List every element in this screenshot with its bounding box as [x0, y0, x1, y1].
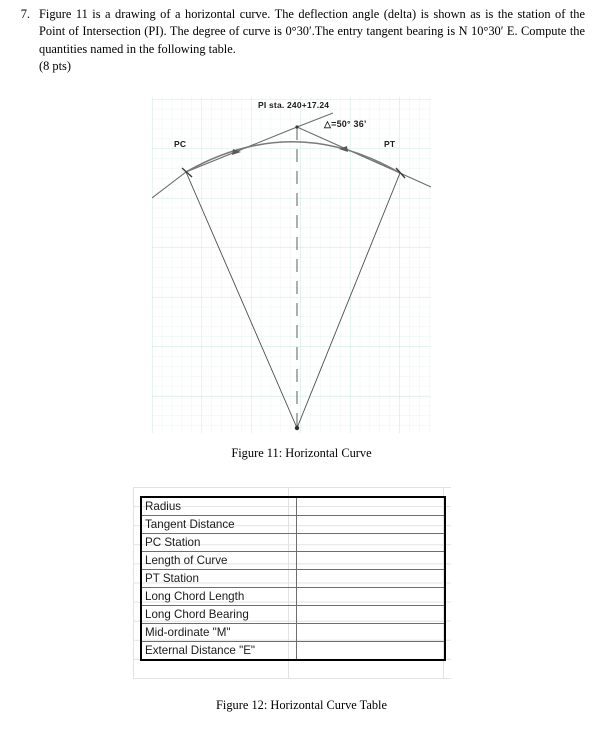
row-label-tangent-distance: Tangent Distance: [141, 515, 297, 534]
figure-11-caption: Figure 11: Horizontal Curve: [231, 446, 372, 460]
delta-angle-label: △=50° 36’: [324, 119, 367, 129]
table-row: Long Chord Length: [141, 587, 445, 606]
row-label-pc-station: PC Station: [141, 533, 297, 552]
table-body: Radius Tangent Distance PC Station Lengt…: [141, 497, 445, 660]
table-row: Radius: [141, 497, 445, 516]
table-row: Tangent Distance: [141, 515, 445, 534]
row-label-long-chord-length: Long Chord Length: [141, 587, 297, 606]
problem-statement: 7. Figure 11 is a drawing of a horizonta…: [0, 6, 603, 76]
row-value-mid-ordinate[interactable]: [296, 623, 445, 642]
row-value-long-chord-bearing[interactable]: [296, 605, 445, 624]
row-value-pc-station[interactable]: [296, 533, 445, 552]
figure-12-caption: Figure 12: Horizontal Curve Table: [216, 698, 387, 712]
radius-line-pc: [185, 171, 298, 429]
table-row: PT Station: [141, 569, 445, 588]
row-value-length-of-curve[interactable]: [296, 551, 445, 570]
row-label-radius: Radius: [141, 497, 297, 516]
figure-12-horizontal-curve-table: Radius Tangent Distance PC Station Lengt…: [133, 487, 451, 679]
table-row: PC Station: [141, 533, 445, 552]
pt-point-marker: [395, 167, 406, 179]
row-value-tangent-distance[interactable]: [296, 515, 445, 534]
problem-line-1: Figure 11 is a drawing of a horizontal c…: [39, 7, 481, 21]
problem-row: 7. Figure 11 is a drawing of a horizonta…: [0, 6, 603, 76]
pi-station-label: PI sta. 240+17.24: [258, 100, 330, 110]
row-label-mid-ordinate: Mid-ordinate "M": [141, 623, 297, 642]
pt-label: PT: [384, 139, 396, 149]
pc-label: PC: [174, 139, 187, 149]
radius-center-point-marker: [294, 425, 300, 431]
row-label-long-chord-bearing: Long Chord Bearing: [141, 605, 297, 624]
row-value-external-distance[interactable]: [296, 641, 445, 660]
curve-quantities-table: Radius Tangent Distance PC Station Lengt…: [140, 496, 446, 661]
row-value-radius[interactable]: [296, 497, 445, 516]
row-value-pt-station[interactable]: [296, 569, 445, 588]
problem-line-4: (8 pts): [39, 59, 72, 74]
row-label-length-of-curve: Length of Curve: [141, 551, 297, 570]
table-row: Length of Curve: [141, 551, 445, 570]
table-row: Long Chord Bearing: [141, 605, 445, 624]
problem-text: Figure 11 is a drawing of a horizontal c…: [30, 6, 603, 76]
row-label-external-distance: External Distance "E": [141, 641, 297, 660]
radius-line-pt: [296, 172, 401, 429]
table-row: Mid-ordinate "M": [141, 623, 445, 642]
row-label-pt-station: PT Station: [141, 569, 297, 588]
figure-11-horizontal-curve-drawing: PI sta. 240+17.24 PC PT △=50° 36’: [152, 97, 431, 433]
problem-number: 7.: [20, 7, 30, 21]
forward-tangent-line: [296, 126, 431, 188]
pi-point-marker: [295, 125, 299, 129]
row-value-long-chord-length[interactable]: [296, 587, 445, 606]
back-tangent-line: [152, 112, 334, 199]
curve-arc: [185, 140, 401, 174]
table-row: External Distance "E": [141, 641, 445, 660]
